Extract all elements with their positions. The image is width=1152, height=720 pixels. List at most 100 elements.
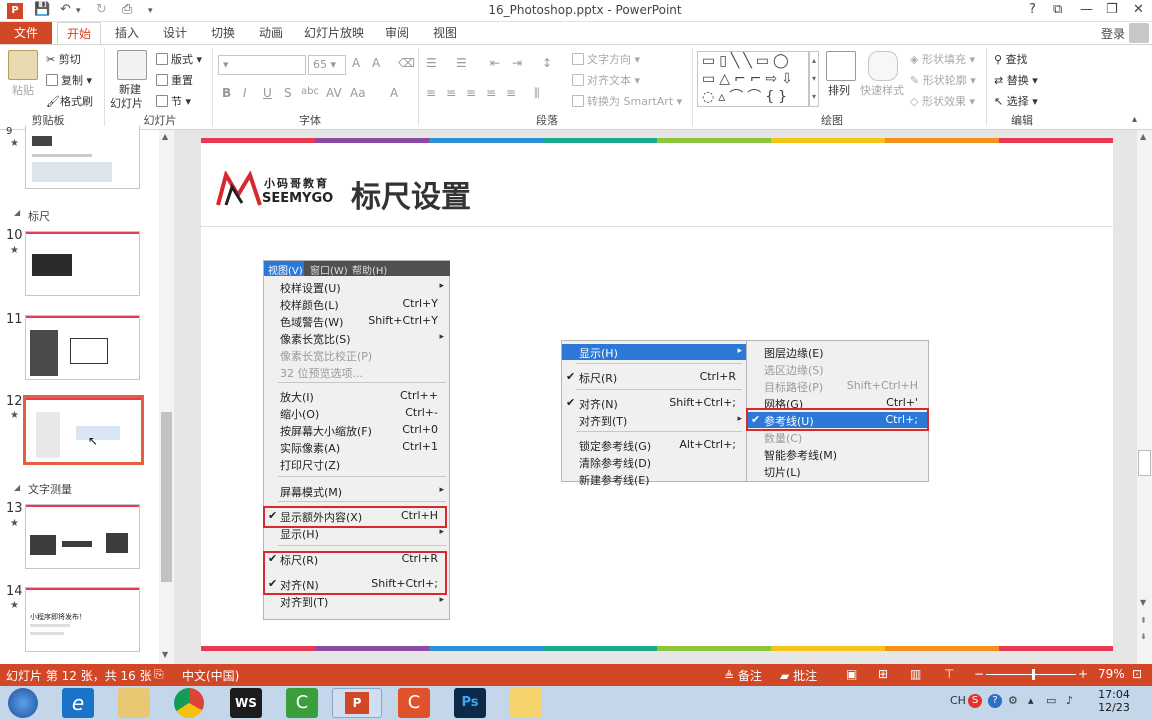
reading-view-icon[interactable]: ▥ [910,667,921,681]
tab-design[interactable]: 设计 [156,22,194,44]
strikethrough-icon[interactable]: abc [301,86,319,97]
close-button[interactable]: ✕ [1133,2,1144,17]
tab-file[interactable]: 文件 [0,22,52,44]
section-button[interactable]: 节 ▾ [156,93,191,109]
zoom-slider-thumb[interactable] [1031,669,1035,680]
section-collapse-icon[interactable]: ◢ [14,208,20,217]
tab-view[interactable]: 视图 [426,22,464,44]
previous-slide-icon[interactable]: ⇞ [1140,616,1147,625]
tab-insert[interactable]: 插入 [108,22,146,44]
menu-item[interactable]: 色域警告(W) Shift+Ctrl+Y [264,313,450,329]
decrease-font-icon[interactable]: A [372,56,380,70]
section-ruler[interactable]: 标尺 [28,208,50,224]
align-center-icon[interactable]: ≡ [446,86,456,100]
zoom-out-button[interactable]: − [974,667,984,681]
shape-fill-button[interactable]: ◈ 形状填充 ▾ [910,51,975,67]
increase-font-icon[interactable]: A [352,56,360,70]
volume-icon[interactable]: ♪ [1066,694,1073,707]
fit-to-window-icon[interactable]: ⊡ [1132,667,1142,681]
collapse-ribbon-icon[interactable]: ▴ [1132,114,1137,125]
distributed-icon[interactable]: ≡ [506,86,516,100]
quick-styles-button[interactable]: 快速样式 [860,82,904,98]
menu-item[interactable]: 清除参考线(D) [562,454,746,470]
align-right-icon[interactable]: ≡ [466,86,476,100]
help-tray-icon[interactable]: ? [988,694,1002,708]
align-text-button[interactable]: 对齐文本 ▾ [572,72,640,88]
shadow-icon[interactable]: S [284,86,292,100]
slide-thumbnail-12[interactable]: ↖ [23,395,144,465]
comments-button[interactable]: ▰ 批注 [780,667,817,684]
font-name-combo[interactable]: ▾ [218,55,306,75]
slide-thumbnail-10[interactable] [25,231,140,296]
menu-item[interactable]: 校样颜色(L) Ctrl+Y [264,296,450,312]
redo-icon[interactable]: ↻ [96,2,107,17]
columns-icon[interactable]: ⫼ [534,86,540,101]
shapes-scroll-icon[interactable]: ▴ ▾ ▾ [809,51,819,107]
network-icon[interactable]: ▭ [1046,694,1056,707]
numbering-icon[interactable]: ☰ [456,56,467,70]
tab-animations[interactable]: 动画 [252,22,290,44]
shape-outline-button[interactable]: ✎ 形状轮廓 ▾ [910,72,976,88]
normal-view-icon[interactable]: ▣ [846,667,857,681]
bold-icon[interactable]: B [222,86,231,100]
menu-window[interactable]: 窗口(W) [310,262,348,277]
zoom-slider[interactable] [986,669,1076,680]
layout-button[interactable]: 版式 ▾ [156,51,202,67]
arrange-icon[interactable] [826,51,856,81]
current-slide[interactable]: 小码哥教育 SEEMYGO 标尺设置 视图(V) 窗口(W) 帮助(H) 校样设… [201,138,1113,651]
slide-thumbnail-9[interactable] [25,126,140,189]
bullets-icon[interactable]: ☰ [426,56,437,70]
start-slideshow-icon[interactable]: ⎙ [122,2,132,17]
menu-item[interactable]: ✔ 标尺(R) Ctrl+R [562,369,746,385]
menu-item[interactable]: 实际像素(A) Ctrl+1 [264,439,450,455]
internet-explorer-icon[interactable]: e [62,688,94,718]
new-slide-button[interactable]: 幻灯片 [110,95,143,111]
menu-item[interactable]: 打印尺寸(Z) [264,456,450,472]
cut-button[interactable]: ✂ 剪切 [46,51,81,67]
paste-icon[interactable] [8,50,38,80]
arrange-button[interactable]: 排列 [828,82,850,98]
menu-item[interactable]: 对齐到(T) ▸ [264,593,450,609]
slide-scrollbar[interactable]: ▲ ▼ ⇞ ⇟ [1137,130,1152,664]
webstorm-icon[interactable]: WS [230,688,262,718]
align-left-icon[interactable]: ≡ [426,86,436,100]
next-slide-icon[interactable]: ⇟ [1140,632,1147,641]
login-link[interactable]: 登录 [1101,25,1125,42]
zoom-level[interactable]: 79% [1098,667,1125,681]
select-button[interactable]: ↖ 选择 ▾ [994,93,1038,109]
menu-item[interactable]: 智能参考线(M) [747,446,928,462]
menu-item[interactable]: 新建参考线(E) [562,471,746,487]
undo-dropdown-icon[interactable]: ▾ [76,6,81,16]
character-spacing-icon[interactable]: AV [326,86,342,100]
tab-review[interactable]: 审阅 [378,22,416,44]
zoom-in-button[interactable]: + [1078,667,1088,681]
show-hidden-icons[interactable]: ▴ [1028,694,1034,707]
new-slide-icon[interactable] [117,50,147,80]
font-color-icon[interactable]: A [390,86,398,100]
slide-thumbnail-14[interactable]: 小程序即将发布！ [25,587,140,652]
menu-item[interactable]: 放大(I) Ctrl++ [264,388,450,404]
notes-button[interactable]: ≜ 备注 [724,667,762,684]
menu-item[interactable]: 按屏幕大小缩放(F) Ctrl+0 [264,422,450,438]
paste-button[interactable]: 粘贴 [12,82,34,98]
tray-settings-icon[interactable]: ⚙ [1008,694,1018,707]
reset-button[interactable]: 重置 [156,72,193,88]
system-clock[interactable]: 17:04 12/23 [1092,688,1136,714]
font-size-combo[interactable]: 65 ▾ [308,55,346,75]
slide-thumbnail-13[interactable] [25,504,140,569]
recorder-icon[interactable]: C [398,688,430,718]
avatar[interactable] [1129,23,1149,43]
minimize-button[interactable]: — [1080,2,1093,17]
menu-item[interactable]: 屏幕模式(M) ▸ [264,483,450,499]
powerpoint-taskbar-icon[interactable]: P [332,688,382,718]
chrome-icon[interactable] [174,688,204,718]
increase-indent-icon[interactable]: ⇥ [512,56,522,70]
shape-effects-button[interactable]: ◇ 形状效果 ▾ [910,93,975,109]
clear-formatting-icon[interactable]: ⌫ [398,56,415,70]
menu-item[interactable]: 校样设置(U) ▸ [264,279,450,295]
shapes-gallery[interactable]: ▭▯╲╲▭◯ ▭△⌐⌐⇨⇩ ◌▵⌒⌒{} [697,51,809,107]
underline-icon[interactable]: U [263,86,272,100]
menu-item[interactable]: 显示(H) ▸ [562,344,746,360]
menu-item[interactable]: ✔ 对齐(N) Shift+Ctrl+; [562,395,746,411]
menu-item[interactable]: 图层边缘(E) [747,344,928,360]
